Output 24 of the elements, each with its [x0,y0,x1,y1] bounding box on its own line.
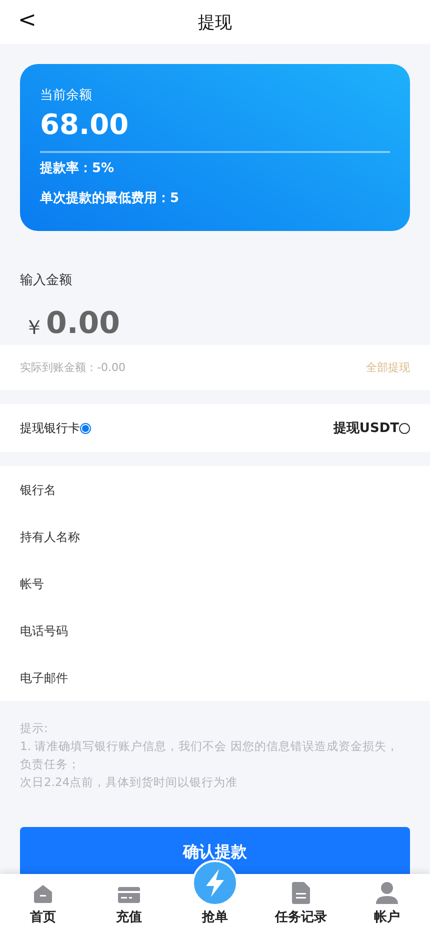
currency-sign: ￥ [24,314,44,341]
document-icon [292,882,310,904]
actual-amount: 实际到账金额：-0.00 [20,360,126,375]
method-option[interactable]: 提现USDT [333,419,410,437]
tab-item[interactable]: 首页 [0,874,86,932]
minimum-fee: 单次提款的最低费用：5 [40,190,180,207]
amount-label: 输入金额 [19,272,73,289]
back-button[interactable]: < [12,8,42,33]
page-title: 提现 [198,12,232,34]
home-icon [33,884,53,904]
balance-amount: 68.00 [40,108,130,141]
submit-button[interactable]: 确认提款 [20,827,410,877]
user-icon [376,882,398,904]
tip-text: 次日2.24点前，具体到货时间以银行为准 [20,774,239,791]
tab-item[interactable]: 帐户 [344,874,430,932]
card-icon [118,886,140,904]
balance-label: 当前余额 [40,87,93,104]
method-option[interactable]: 提现银行卡 [20,420,91,436]
fee-rate: 提款率：5% [40,160,116,177]
amount-input[interactable]: 0.00 [46,306,246,341]
tab-item[interactable]: 任务记录 [258,874,344,932]
tip-text: 1. 请准确填写银行账户信息，我们不会 因您的信息错误造成资金损失，负责任务； [20,738,400,773]
tip-text: 提示: [20,720,49,737]
tab-item[interactable]: 充值 [86,874,172,932]
